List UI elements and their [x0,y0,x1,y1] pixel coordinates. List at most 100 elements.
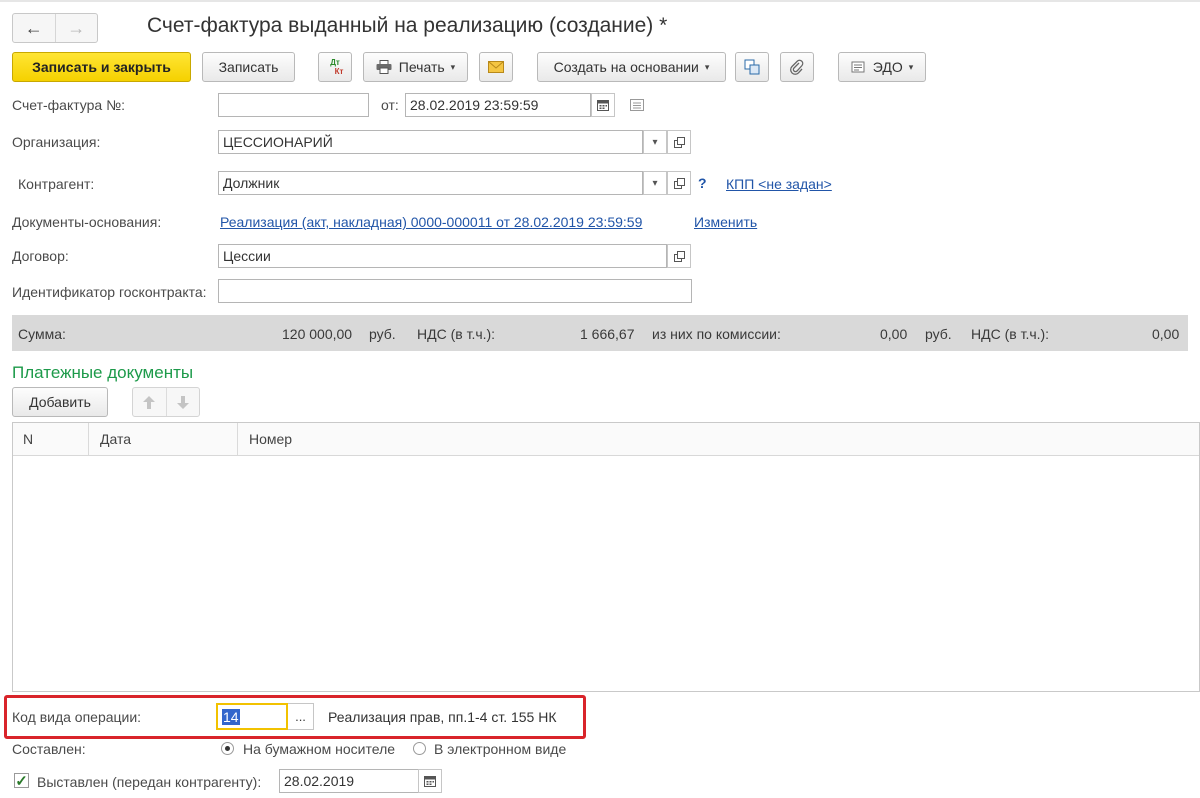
contract-input[interactable]: Цессии [218,244,667,268]
counterparty-open-button[interactable] [667,171,691,195]
forward-button[interactable]: → [54,14,98,42]
comment-button[interactable] [630,98,644,114]
kpp-link[interactable]: КПП <не задан> [726,176,832,192]
operation-code-value: 14 [222,708,240,725]
column-divider [237,423,238,455]
move-up-button[interactable] [133,388,166,416]
chevron-down-icon: ▾ [652,177,658,189]
payments-section-title: Платежные документы [12,363,194,382]
edo-button-label: ЭДО [872,59,903,75]
help-icon[interactable]: ? [698,175,707,191]
send-email-button[interactable] [479,52,513,82]
change-link[interactable]: Изменить [694,214,757,230]
organization-open-button[interactable] [667,130,691,154]
commission-currency: руб. [925,326,952,342]
save-button[interactable]: Записать [202,52,295,82]
electronic-radio-label[interactable]: В электронном виде [434,741,566,757]
issued-date-input[interactable]: 28.02.2019 [279,769,419,793]
counterparty-input[interactable]: Должник [218,171,643,195]
chevron-down-icon: ▾ [704,61,710,72]
radio-selected-dot [225,746,230,751]
dt-icon: Дт [330,58,340,67]
operation-code-input[interactable]: 14 [216,703,288,730]
back-button[interactable]: ← [13,14,55,42]
vat-value: 1 666,67 [580,326,635,342]
move-down-button[interactable] [165,388,200,416]
chevron-down-icon: ▾ [652,136,658,148]
sum-value: 120 000,00 [282,326,353,342]
open-form-icon [673,250,685,262]
commission-label: из них по комиссии: [652,326,781,342]
gov-contract-input[interactable] [218,279,692,303]
commission-value: 0,00 [880,326,908,342]
operation-code-select-button[interactable]: ... [288,703,314,730]
composed-label: Составлен: [12,741,86,757]
counterparty-label: Контрагент: [18,176,95,192]
electronic-radio[interactable] [413,742,426,755]
print-button[interactable]: Печать ▾ [363,52,468,82]
operation-code-description: Реализация прав, пп.1-4 ст. 155 НК [328,709,557,725]
paper-radio[interactable] [221,742,234,755]
list-icon [630,99,644,111]
structure-button[interactable] [735,52,769,82]
navigation-buttons: ← → [12,13,98,43]
window-top-edge [0,0,1200,2]
issued-calendar-button[interactable] [418,769,442,793]
paperclip-icon [790,59,804,75]
open-form-icon [673,136,685,148]
arrow-up-icon [143,395,156,409]
save-and-close-button[interactable]: Записать и закрыть [12,52,191,82]
organization-label: Организация: [12,134,101,150]
invoice-number-label: Счет-фактура №: [12,97,126,113]
arrow-down-icon [176,395,189,409]
envelope-icon [488,61,504,73]
move-buttons [132,387,200,417]
page-title: Счет-фактура выданный на реализацию (соз… [147,14,668,37]
organization-dropdown-button[interactable]: ▾ [643,130,667,154]
print-button-label: Печать [398,59,445,75]
edo-button[interactable]: ЭДО ▾ [838,52,926,82]
issued-label[interactable]: Выставлен (передан контрагенту): [37,774,261,790]
payments-table: N Дата Номер [12,422,1200,692]
operation-code-label: Код вида операции: [12,709,142,725]
edo-icon [851,61,865,73]
calendar-icon [597,100,609,111]
printer-icon [376,60,392,74]
add-button[interactable]: Добавить [12,387,108,417]
column-header-n[interactable]: N [23,431,33,447]
paper-radio-label[interactable]: На бумажном носителе [243,741,395,757]
kt-icon: Кт [334,67,344,76]
contract-label: Договор: [12,248,69,264]
open-form-icon [673,177,685,189]
invoice-number-input[interactable] [218,93,369,117]
calendar-button[interactable] [591,93,615,117]
sum-label: Сумма: [18,326,66,342]
gov-contract-label: Идентификатор госконтракта: [12,284,207,300]
organization-input[interactable]: ЦЕССИОНАРИЙ [218,130,643,154]
issued-checkbox[interactable]: ✓ [14,772,29,790]
attach-file-button[interactable] [780,52,814,82]
checkmark-icon: ✓ [15,772,28,790]
contract-open-button[interactable] [667,244,691,268]
arrow-left-icon: ← [24,17,43,38]
counterparty-dropdown-button[interactable]: ▾ [643,171,667,195]
column-header-number[interactable]: Номер [249,431,292,447]
date-label: от: [381,97,399,113]
arrow-right-icon: → [67,17,86,38]
document-structure-icon [744,59,760,75]
commission-vat-label: НДС (в т.ч.): [971,326,1050,342]
table-header: N Дата Номер [13,423,1199,456]
sum-currency: руб. [369,326,396,342]
vat-label: НДС (в т.ч.): [417,326,496,342]
commission-vat-value: 0,00 [1152,326,1180,342]
dt-kt-postings-button[interactable]: Дт Кт [318,52,352,82]
base-documents-label: Документы-основания: [12,214,162,230]
create-based-on-button[interactable]: Создать на основании ▾ [537,52,726,82]
column-divider [88,423,89,455]
create-based-on-label: Создать на основании [553,59,699,75]
column-header-date[interactable]: Дата [100,431,131,447]
base-document-link[interactable]: Реализация (акт, накладная) 0000-000011 … [220,214,642,230]
chevron-down-icon: ▾ [908,61,914,72]
date-input[interactable]: 28.02.2019 23:59:59 [405,93,591,117]
chevron-down-icon: ▾ [450,61,456,72]
